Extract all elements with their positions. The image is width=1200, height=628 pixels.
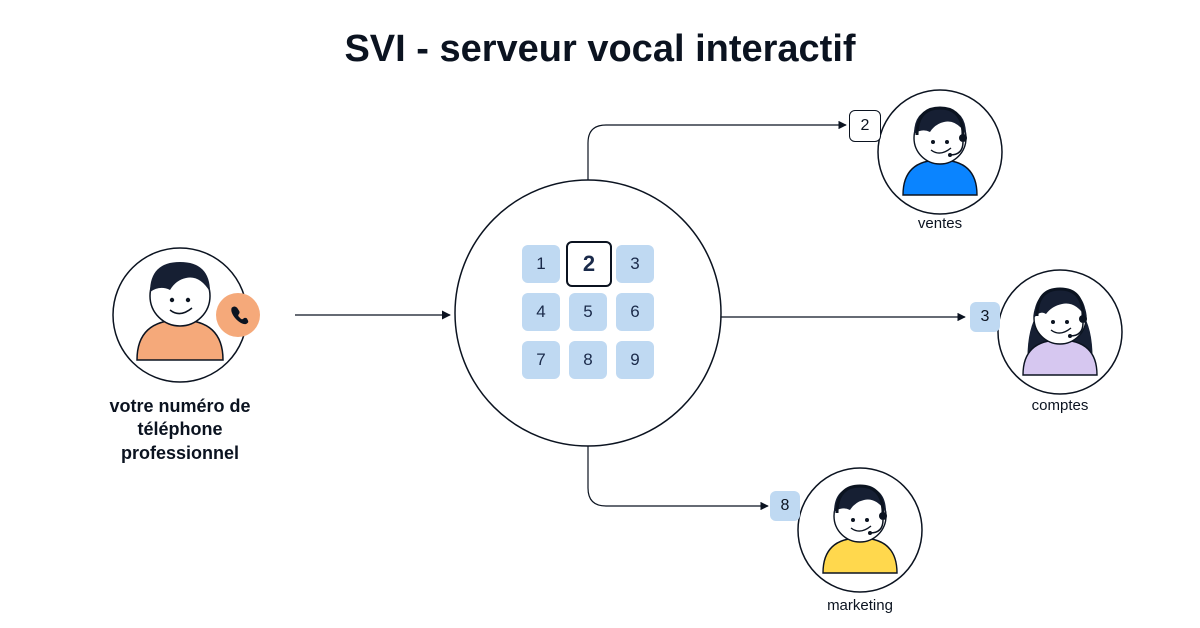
keypad-key-2-selected: 2 [566,241,612,287]
keypad-key-3: 3 [616,245,654,283]
keypad-key-5: 5 [569,293,607,331]
agent-comptes-avatar [1023,289,1097,375]
route-box-comptes: 3 [970,302,1000,332]
caller-label: votre numéro de téléphone professionnel [85,395,275,465]
caller-avatar [137,262,223,360]
connector-ventes [588,125,846,180]
agent-label-marketing: marketing [790,597,930,614]
keypad-key-6: 6 [616,293,654,331]
keypad-key-1: 1 [522,245,560,283]
route-box-marketing: 8 [770,491,800,521]
route-box-ventes: 2 [849,110,881,142]
agent-ventes-avatar [903,108,977,195]
keypad-key-8: 8 [569,341,607,379]
keypad-key-7: 7 [522,341,560,379]
agent-marketing-avatar [823,486,897,573]
connector-marketing [588,446,768,506]
agent-label-comptes: comptes [990,397,1130,414]
agent-label-ventes: ventes [870,215,1010,232]
keypad-key-9: 9 [616,341,654,379]
keypad-key-4: 4 [522,293,560,331]
